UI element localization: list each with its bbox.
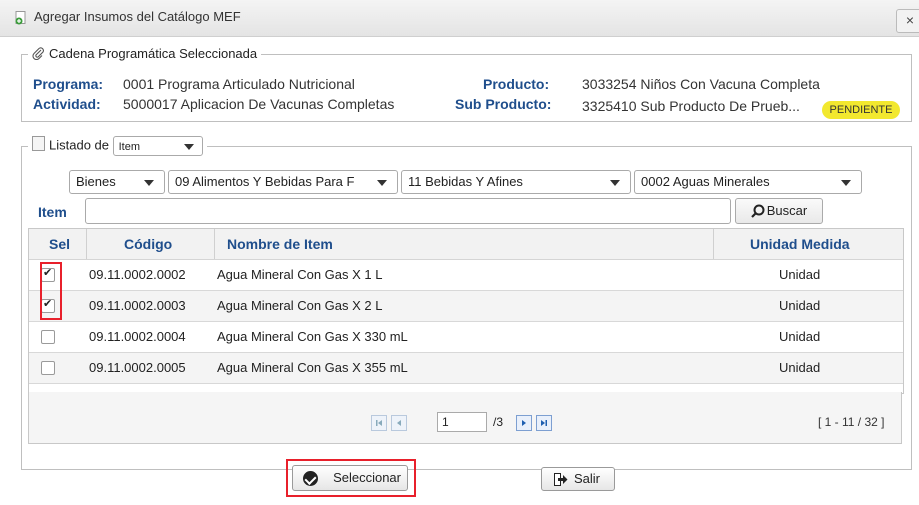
prev-page-icon xyxy=(397,420,401,426)
next-page-button[interactable] xyxy=(516,415,532,431)
producto-label: Producto: xyxy=(483,76,550,92)
filter-subfamilia-select[interactable]: 0002 Aguas Minerales xyxy=(634,170,862,194)
selection-highlight-box xyxy=(40,262,62,320)
filter-clase-value: Bienes xyxy=(76,174,116,189)
table-row[interactable]: 09.11.0002.0003 Agua Mineral Con Gas X 2… xyxy=(29,291,903,322)
next-page-icon xyxy=(522,420,526,426)
table-row[interactable]: 09.11.0002.0004 Agua Mineral Con Gas X 3… xyxy=(29,322,903,353)
producto-value: 3033254 Niños Con Vacuna Completa xyxy=(582,76,820,92)
close-button[interactable]: × xyxy=(896,9,919,33)
item-label: Item xyxy=(38,204,67,220)
column-divider xyxy=(713,229,714,259)
chevron-down-icon xyxy=(841,180,851,186)
paperclip-icon xyxy=(32,47,44,61)
listado-type-value: Item xyxy=(118,141,141,153)
table-row[interactable]: 09.11.0002.0002 Agua Mineral Con Gas X 1… xyxy=(29,260,903,291)
column-divider xyxy=(86,229,87,259)
row-nombre: Agua Mineral Con Gas X 330 mL xyxy=(217,329,408,344)
select-highlight-box xyxy=(286,459,416,497)
first-page-button[interactable] xyxy=(371,415,387,431)
first-page-icon xyxy=(376,420,382,426)
row-unidad: Unidad xyxy=(779,267,821,282)
col-nombre[interactable]: Nombre de Item xyxy=(227,229,333,259)
col-codigo[interactable]: Código xyxy=(124,229,172,259)
table-row[interactable]: 09.11.0002.0005 Agua Mineral Con Gas X 3… xyxy=(29,353,903,384)
row-unidad: Unidad xyxy=(779,329,821,344)
listado-legend: Listado de Item xyxy=(28,136,207,156)
last-page-button[interactable] xyxy=(536,415,552,431)
cadena-legend-text: Cadena Programática Seleccionada xyxy=(49,46,258,61)
row-codigo: 09.11.0002.0005 xyxy=(89,360,186,375)
subproducto-value: 3325410 Sub Producto De Prueb... xyxy=(582,98,800,114)
filter-familia-value: 11 Bebidas Y Afines xyxy=(408,174,523,189)
items-table: Sel Código Nombre de Item Unidad Medida … xyxy=(28,228,904,394)
status-badge: PENDIENTE xyxy=(822,101,900,119)
row-nombre: Agua Mineral Con Gas X 1 L xyxy=(217,267,383,282)
chevron-down-icon xyxy=(610,180,620,186)
table-header: Sel Código Nombre de Item Unidad Medida xyxy=(29,229,903,260)
chevron-down-icon xyxy=(377,180,387,186)
actividad-label: Actividad: xyxy=(33,96,101,112)
chevron-down-icon xyxy=(144,180,154,186)
listado-type-select[interactable]: Item xyxy=(112,136,203,156)
search-button[interactable]: Buscar xyxy=(735,198,823,224)
actividad-value: 5000017 Aplicacion De Vacunas Completas xyxy=(123,96,395,112)
filter-subfamilia-value: 0002 Aguas Minerales xyxy=(641,174,770,189)
row-unidad: Unidad xyxy=(779,298,821,313)
chevron-down-icon xyxy=(183,144,194,150)
row-select-checkbox[interactable] xyxy=(41,330,55,344)
row-codigo: 09.11.0002.0004 xyxy=(89,329,186,344)
search-icon xyxy=(750,204,765,218)
row-unidad: Unidad xyxy=(779,360,821,375)
programa-label: Programa: xyxy=(33,76,104,92)
document-icon xyxy=(32,136,45,152)
listado-prefix: Listado de xyxy=(49,137,109,153)
page-number-input[interactable]: 1 xyxy=(437,412,487,432)
column-divider xyxy=(214,229,215,259)
filter-familia-select[interactable]: 11 Bebidas Y Afines xyxy=(401,170,631,194)
dialog-title: Agregar Insumos del Catálogo MEF xyxy=(34,9,241,24)
exit-button[interactable]: Salir xyxy=(541,467,615,491)
filter-grupo-value: 09 Alimentos Y Bebidas Para F xyxy=(175,174,355,189)
last-page-icon xyxy=(541,420,547,426)
row-select-checkbox[interactable] xyxy=(41,361,55,375)
exit-button-label: Salir xyxy=(573,471,600,486)
programa-value: 0001 Programa Articulado Nutricional xyxy=(123,76,355,92)
filter-clase-select[interactable]: Bienes xyxy=(69,170,165,194)
item-search-input[interactable] xyxy=(85,198,731,224)
row-codigo: 09.11.0002.0002 xyxy=(89,267,186,282)
prev-page-button[interactable] xyxy=(391,415,407,431)
exit-icon xyxy=(554,473,568,486)
subproducto-label: Sub Producto: xyxy=(455,96,552,112)
col-sel[interactable]: Sel xyxy=(49,229,70,259)
row-nombre: Agua Mineral Con Gas X 355 mL xyxy=(217,360,408,375)
dialog-titlebar: Agregar Insumos del Catálogo MEF × xyxy=(0,0,919,37)
row-nombre: Agua Mineral Con Gas X 2 L xyxy=(217,298,383,313)
document-add-icon xyxy=(15,11,26,25)
col-unidad[interactable]: Unidad Medida xyxy=(750,229,850,259)
filter-grupo-select[interactable]: 09 Alimentos Y Bebidas Para F xyxy=(168,170,398,194)
cadena-legend: Cadena Programática Seleccionada xyxy=(28,46,262,61)
page-count: /3 xyxy=(493,415,504,429)
search-button-label: Buscar xyxy=(766,203,808,218)
records-range: [ 1 - 11 / 32 ] xyxy=(818,415,885,429)
row-codigo: 09.11.0002.0003 xyxy=(89,298,186,313)
